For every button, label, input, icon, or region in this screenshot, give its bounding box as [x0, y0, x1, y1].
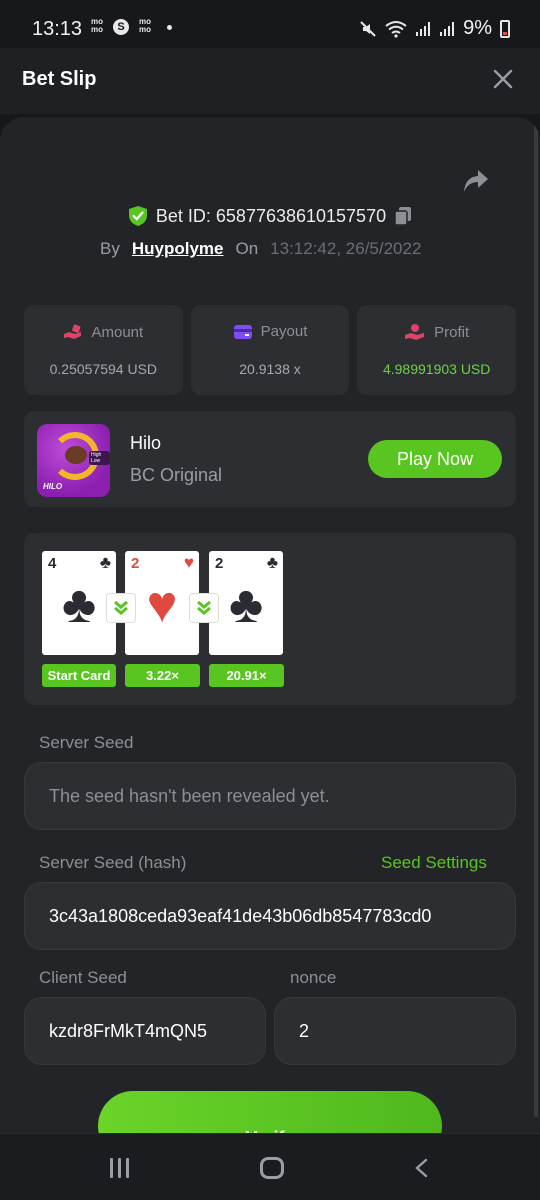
- nonce-label: nonce: [290, 968, 337, 987]
- system-icons: 9%: [359, 17, 510, 40]
- page-title: Bet Slip: [22, 68, 97, 90]
- seed-settings-link[interactable]: Seed Settings: [381, 853, 487, 873]
- multiplier-badge: Start Card: [42, 664, 116, 687]
- scrollbar[interactable]: [534, 117, 538, 1117]
- momo-icon: mo mo: [139, 17, 151, 34]
- bet-id: Bet ID: 65877638610157570: [155, 205, 387, 226]
- hilo-game-thumbnail[interactable]: High Low HILO: [37, 424, 110, 497]
- client-seed-field[interactable]: kzdr8FrMkT4mQN5: [24, 997, 266, 1065]
- client-seed-label: Client Seed: [39, 968, 127, 987]
- club-suit-icon: ♣: [61, 576, 97, 634]
- system-nav-bar: [0, 1133, 540, 1200]
- status-time: 13:13: [32, 18, 83, 40]
- profit-hand-icon: [405, 324, 425, 340]
- heart-suit-icon: ♥: [183, 553, 194, 572]
- playing-card: 2 ♥ ♥: [125, 551, 199, 655]
- share-icon[interactable]: [462, 168, 490, 194]
- copy-icon[interactable]: [394, 206, 412, 226]
- stat-payout: Payout 20.9138 x: [190, 305, 350, 395]
- game-card: High Low HILO Hilo BC Original Play Now: [24, 411, 516, 507]
- recent-apps-icon[interactable]: [110, 1158, 129, 1178]
- card-rank: 4: [48, 555, 57, 572]
- mute-icon: [360, 20, 376, 37]
- card-rank: 2: [131, 555, 140, 572]
- play-now-button[interactable]: Play Now: [368, 440, 502, 478]
- server-seed-label: Server Seed: [39, 733, 134, 752]
- server-seed-hash-label: Server Seed (hash): [39, 853, 187, 872]
- club-suit-icon: ♣: [99, 553, 111, 572]
- signal-icon: [416, 21, 431, 36]
- notification-icons: mo mo S mo mo: [88, 18, 172, 36]
- s-app-icon: S: [113, 19, 129, 35]
- bet-id-row: Bet ID: 65877638610157570: [0, 205, 540, 227]
- multiplier-badge: 20.91×: [209, 664, 284, 687]
- bet-stats: Amount 0.25057594 USD Payout 20.9138 x P…: [24, 305, 517, 395]
- wallet-icon: [233, 324, 252, 339]
- lower-arrow-icon: [190, 594, 218, 622]
- nonce-field[interactable]: 2: [274, 997, 516, 1065]
- bet-slip-panel[interactable]: Bet ID: 65877638610157570 By Huypolyme O…: [0, 117, 540, 1133]
- more-notifications-dot-icon: [167, 24, 172, 30]
- server-seed-field[interactable]: The seed hasn't been revealed yet.: [24, 762, 516, 830]
- club-suit-icon: ♣: [266, 553, 278, 572]
- amount-icon: [64, 324, 82, 339]
- battery-icon: [500, 19, 510, 38]
- close-icon[interactable]: [492, 68, 514, 90]
- thumb-tag: High Low: [89, 451, 110, 465]
- status-bar: 13:13 mo mo S mo mo 9%: [0, 0, 540, 48]
- momo-icon: mo mo: [91, 17, 103, 34]
- thumb-label: HILO: [43, 482, 63, 491]
- stat-label: Payout: [260, 323, 308, 340]
- playing-card: 2 ♣ ♣: [209, 551, 283, 655]
- by-label: By: [100, 239, 120, 258]
- bet-byline: By Huypolyme On 13:12:42, 26/5/2022: [100, 239, 421, 259]
- stat-value: 0.25057594 USD: [49, 361, 158, 377]
- stat-label: Amount: [91, 323, 144, 341]
- verify-button[interactable]: Verify: [98, 1091, 442, 1133]
- game-name: Hilo: [130, 433, 162, 453]
- server-seed-hash-field[interactable]: 3c43a1808ceda93eaf41de43b06db8547783cd0: [24, 882, 516, 950]
- bet-datetime: 13:12:42, 26/5/2022: [270, 239, 422, 258]
- home-icon[interactable]: [260, 1157, 284, 1179]
- modal-header: Bet Slip: [0, 48, 540, 114]
- stat-value: 20.9138 x: [239, 361, 301, 377]
- cards-history: 4 ♣ ♣ 2 ♥ ♥ 2 ♣ ♣ Start Card 3.22× 20.91…: [24, 533, 516, 705]
- signal-icon: [440, 21, 455, 36]
- username-link[interactable]: Huypolyme: [132, 239, 224, 259]
- verified-shield-icon: [128, 206, 147, 226]
- game-provider: BC Original: [130, 465, 223, 485]
- club-suit-icon: ♣: [228, 576, 264, 634]
- card-rank: 2: [215, 555, 224, 572]
- stat-label: Profit: [434, 323, 470, 341]
- wifi-icon: [385, 20, 407, 38]
- battery-percent: 9%: [463, 17, 492, 39]
- multiplier-badge: 3.22×: [125, 664, 200, 687]
- lower-arrow-icon: [107, 594, 135, 622]
- on-label: On: [235, 239, 259, 258]
- heart-suit-icon: ♥: [146, 576, 178, 634]
- stat-value: 4.98991903 USD: [382, 361, 491, 377]
- stat-amount: Amount 0.25057594 USD: [24, 305, 183, 395]
- stat-profit: Profit 4.98991903 USD: [357, 305, 517, 395]
- playing-card: 4 ♣ ♣: [42, 551, 116, 655]
- back-icon[interactable]: [412, 1158, 432, 1178]
